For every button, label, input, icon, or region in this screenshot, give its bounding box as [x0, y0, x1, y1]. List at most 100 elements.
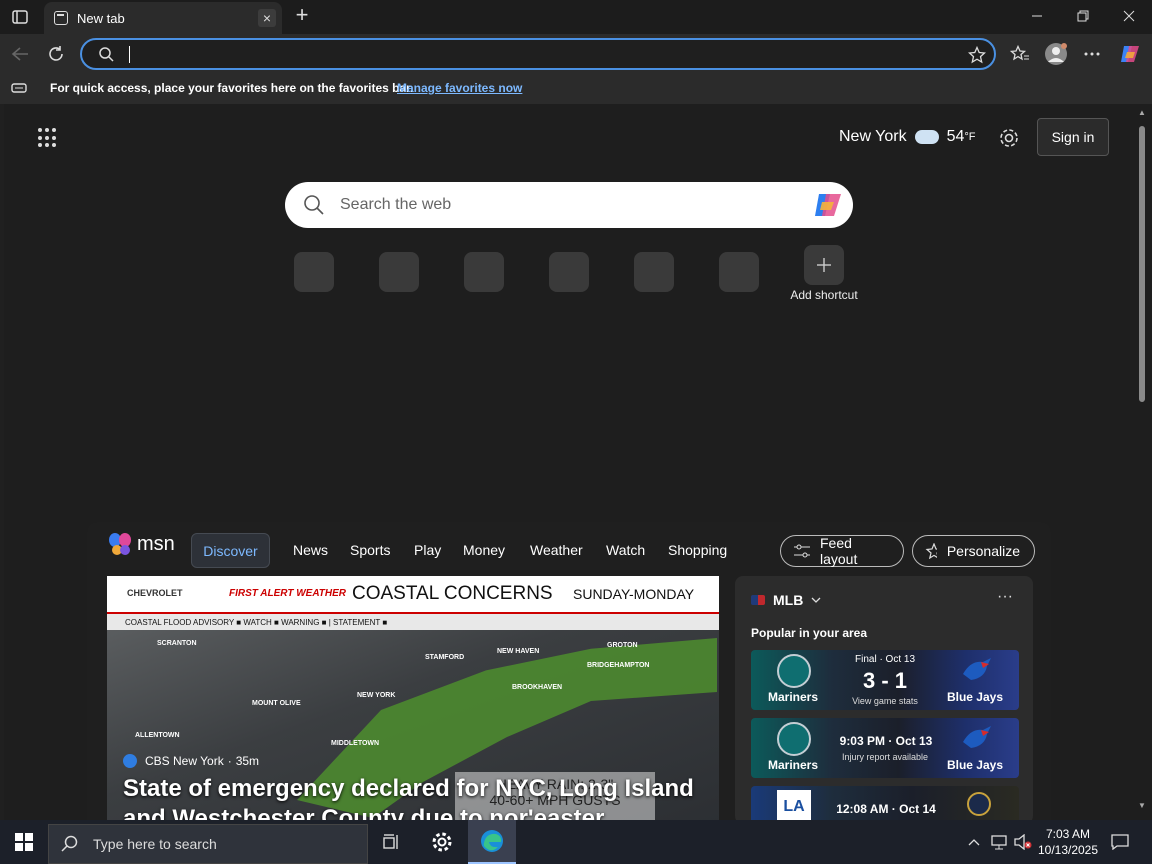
page-scrollbar[interactable]: ▲ ▼ [1134, 104, 1152, 820]
search-placeholder: Search the web [340, 196, 452, 213]
edge-browser-icon [481, 830, 503, 852]
injury-report-link[interactable]: Injury report available [835, 752, 935, 762]
new-tab-button[interactable]: + [290, 4, 314, 27]
search-icon [304, 195, 324, 215]
back-arrow-icon [11, 47, 28, 61]
taskbar-clock[interactable]: 7:03 AM 10/13/2025 [1034, 826, 1102, 858]
more-options-button[interactable]: ··· [997, 588, 1013, 606]
weather-temperature: 54 [946, 128, 965, 145]
settings-app-button[interactable] [418, 820, 466, 864]
start-button[interactable] [0, 820, 48, 864]
network-button[interactable] [988, 820, 1010, 864]
blue-jays-logo-icon [963, 658, 991, 680]
personalize-label: Personalize [946, 543, 1020, 559]
shortcut-tile[interactable] [464, 252, 504, 292]
banner-legend: COASTAL FLOOD ADVISORY ■ WATCH ■ WARNING… [107, 612, 719, 630]
page-settings-button[interactable] [997, 126, 1021, 150]
shortcut-tile[interactable] [719, 252, 759, 292]
restore-button[interactable] [1060, 0, 1106, 32]
profile-button[interactable] [1042, 40, 1070, 68]
address-input[interactable] [128, 44, 948, 64]
scrollbar-thumb[interactable] [1139, 126, 1145, 402]
close-window-button[interactable] [1106, 0, 1152, 32]
tab-shopping[interactable]: Shopping [668, 542, 727, 558]
tab-actions-button[interactable] [8, 6, 32, 28]
taskbar-search-box[interactable]: Type here to search [48, 824, 368, 864]
map-town-label: ALLENTOWN [135, 732, 180, 739]
story-age: 35m [235, 754, 260, 768]
favorite-star-icon[interactable] [968, 46, 986, 64]
notifications-button[interactable] [1108, 820, 1132, 864]
tab-weather[interactable]: Weather [530, 542, 583, 558]
game-stats-link[interactable]: View game stats [835, 696, 935, 706]
edge-app-button[interactable] [468, 820, 516, 864]
msn-feed: msn Discover News Sports Play Money Weat… [87, 522, 1051, 820]
volume-muted-icon [1014, 834, 1032, 850]
msn-logo[interactable]: msn [107, 532, 175, 556]
copilot-button[interactable] [1116, 40, 1144, 68]
tab-discover[interactable]: Discover [191, 533, 270, 568]
new-tab-favicon-icon [54, 11, 68, 25]
back-button[interactable] [6, 40, 34, 68]
banner-brand: CHEVROLET [127, 588, 183, 598]
settings-more-button[interactable] [1078, 40, 1106, 68]
minimize-icon [1032, 15, 1042, 17]
browser-toolbar [0, 34, 1152, 74]
task-view-icon [383, 834, 398, 849]
minimize-button[interactable] [1014, 0, 1060, 32]
network-icon [991, 835, 1007, 850]
banner-headline: COASTAL CONCERNS [352, 583, 553, 604]
tab-news[interactable]: News [293, 542, 328, 558]
tab-sports[interactable]: Sports [350, 542, 390, 558]
tab-title: New tab [77, 10, 125, 26]
favorites-bar-message: For quick access, place your favorites h… [50, 81, 414, 95]
tab-actions-icon [12, 10, 28, 24]
address-bar[interactable] [80, 38, 996, 70]
tab-watch[interactable]: Watch [606, 542, 645, 558]
web-search-box[interactable]: Search the web [285, 182, 853, 228]
personalize-star-icon [925, 543, 937, 559]
refresh-button[interactable] [42, 40, 70, 68]
mlb-league-selector[interactable]: MLB [751, 592, 821, 608]
weather-city: New York [839, 128, 907, 145]
tab-money[interactable]: Money [463, 542, 505, 558]
shortcut-tile[interactable] [294, 252, 334, 292]
shortcut-tile[interactable] [634, 252, 674, 292]
search-icon [99, 47, 114, 62]
feed-layout-label: Feed layout [819, 535, 858, 567]
shortcut-tile[interactable] [549, 252, 589, 292]
scroll-down-arrow-icon[interactable]: ▼ [1137, 801, 1147, 810]
story-headline[interactable]: State of emergency declared for NYC, Lon… [123, 774, 703, 820]
game-card[interactable]: LA 12:08 AM · Oct 14 [751, 786, 1019, 820]
gear-icon [432, 832, 452, 852]
add-shortcut-button[interactable] [804, 245, 844, 285]
feed-layout-button[interactable]: Feed layout [780, 535, 904, 567]
map-town-label: GROTON [607, 642, 638, 649]
cloudy-weather-icon [914, 130, 939, 144]
more-dots-icon [1084, 52, 1100, 56]
favorites-button[interactable] [1006, 40, 1034, 68]
shortcut-tile[interactable] [379, 252, 419, 292]
hero-story-card[interactable]: CHEVROLET FIRST ALERT WEATHER COASTAL CO… [107, 576, 719, 820]
show-hidden-icons-button[interactable] [964, 820, 984, 864]
personalize-button[interactable]: Personalize [912, 535, 1035, 567]
brewers-logo-icon [967, 792, 991, 816]
tab-close-icon[interactable]: × [258, 9, 276, 27]
scroll-up-arrow-icon[interactable]: ▲ [1137, 108, 1147, 117]
sign-in-button[interactable]: Sign in [1037, 118, 1109, 156]
chevron-down-icon [811, 597, 821, 603]
game-card[interactable]: Mariners Blue Jays Final · Oct 13 3 - 1 … [751, 650, 1019, 710]
team-1-name: Mariners [767, 690, 819, 704]
copilot-icon[interactable] [813, 192, 843, 218]
app-launcher-icon[interactable] [38, 128, 58, 148]
volume-button[interactable] [1012, 820, 1034, 864]
tab-play[interactable]: Play [414, 542, 441, 558]
game-card[interactable]: Mariners Blue Jays 9:03 PM · Oct 13 Inju… [751, 718, 1019, 778]
manage-favorites-link[interactable]: Manage favorites now [397, 81, 522, 95]
cbs-logo-icon [123, 754, 137, 768]
task-view-button[interactable] [368, 820, 416, 864]
gear-icon [1000, 129, 1018, 147]
weather-widget[interactable]: New York 54 °F [839, 128, 976, 146]
new-tab-page: New York 54 °F Sign in Search the web Add… [4, 104, 1134, 820]
tab-new-tab[interactable]: New tab × [44, 2, 282, 34]
